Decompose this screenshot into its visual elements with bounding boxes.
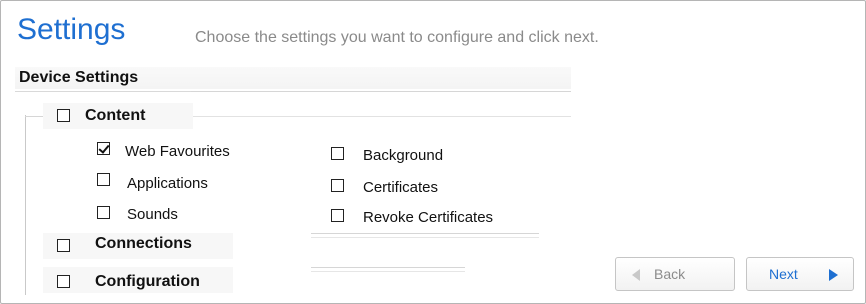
revoke-certificates-checkbox[interactable]	[331, 209, 344, 222]
certificates-checkbox[interactable]	[331, 179, 344, 192]
section-header: Device Settings	[15, 67, 571, 89]
background-checkbox[interactable]	[331, 147, 344, 160]
connections-checkbox[interactable]	[57, 239, 70, 252]
tree-line	[311, 233, 539, 234]
back-button-label: Back	[654, 266, 686, 282]
device-settings-section: Device Settings Content Web Favourites A…	[15, 67, 575, 295]
revoke-certificates-label: Revoke Certificates	[363, 209, 494, 226]
tree-line	[311, 271, 465, 272]
tree-line	[25, 116, 43, 117]
web-favourites-checkbox[interactable]	[97, 142, 110, 155]
configuration-checkbox[interactable]	[57, 275, 70, 288]
applications-checkbox[interactable]	[97, 173, 110, 186]
configuration-label: Configuration	[95, 273, 200, 290]
next-button[interactable]: Next	[746, 257, 854, 291]
certificates-label: Certificates	[363, 179, 439, 196]
page-subtitle: Choose the settings you want to configur…	[195, 29, 599, 46]
content-checkbox[interactable]	[57, 109, 70, 122]
sounds-label: Sounds	[127, 206, 178, 223]
applications-label: Applications	[127, 175, 208, 192]
content-label: Content	[85, 107, 146, 124]
chevron-right-icon	[829, 269, 838, 281]
settings-panel: Settings Choose the settings you want to…	[0, 0, 866, 304]
section-title: Device Settings	[19, 69, 139, 86]
chevron-left-icon	[632, 269, 640, 281]
sounds-checkbox[interactable]	[97, 206, 110, 219]
tree-line	[191, 91, 571, 92]
web-favourites-label: Web Favourites	[125, 143, 230, 160]
background-label: Background	[363, 147, 444, 164]
next-button-label: Next	[769, 266, 798, 282]
tree-line	[311, 267, 465, 268]
tree-line	[191, 116, 571, 117]
connections-label: Connections	[95, 235, 192, 252]
tree-line	[311, 237, 539, 238]
tree-line	[25, 115, 26, 295]
back-button[interactable]: Back	[615, 257, 735, 291]
page-title: Settings	[17, 13, 126, 46]
